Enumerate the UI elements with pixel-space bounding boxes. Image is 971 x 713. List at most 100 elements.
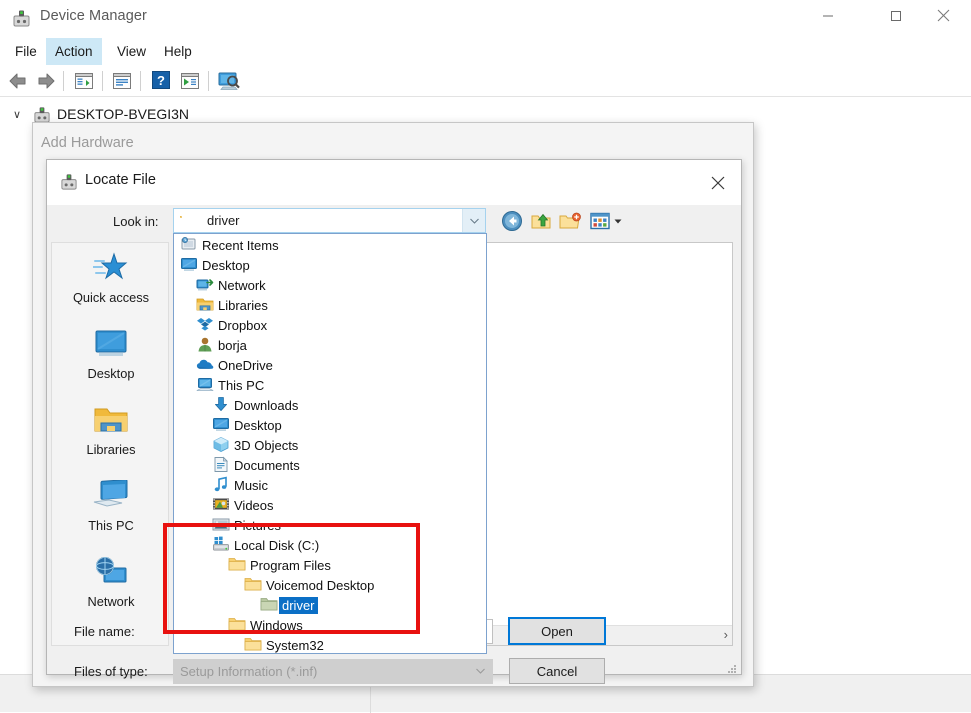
this-pc-icon — [92, 475, 130, 517]
dropdown-item-label: Desktop — [202, 258, 250, 273]
dropbox-icon — [196, 316, 214, 333]
back-nav-icon[interactable] — [500, 209, 524, 233]
dropdown-item[interactable]: Documents — [174, 455, 486, 475]
menu-help[interactable]: Help — [155, 38, 201, 65]
place-quick-access[interactable]: Quick access — [52, 247, 170, 323]
network-globe-icon — [92, 551, 130, 593]
forward-icon[interactable] — [34, 69, 58, 93]
dropdown-item-label: Libraries — [218, 298, 268, 313]
dropdown-item[interactable]: Windows — [174, 615, 486, 635]
folder-icon — [244, 636, 262, 653]
dropdown-item[interactable]: borja — [174, 335, 486, 355]
device-manager-icon — [12, 9, 31, 28]
add-hardware-title: Add Hardware — [41, 135, 134, 151]
menu-bar: File Action View Help — [0, 38, 971, 65]
onedrive-cloud-icon — [196, 356, 214, 373]
properties-icon[interactable] — [110, 69, 134, 93]
dropdown-item-label: Dropbox — [218, 318, 267, 333]
dropdown-item[interactable]: System32 — [174, 635, 486, 654]
files-of-type-label: Files of type: — [74, 664, 148, 679]
dropdown-item[interactable]: Local Disk (C:) — [174, 535, 486, 555]
chevron-down-icon[interactable] — [476, 665, 485, 677]
place-desktop[interactable]: Desktop — [52, 323, 170, 399]
dropdown-item[interactable]: Music — [174, 475, 486, 495]
help-icon[interactable]: ? — [150, 69, 174, 93]
place-network[interactable]: Network — [52, 551, 170, 627]
place-label: Desktop — [88, 366, 135, 381]
dropdown-item-label: Voicemod Desktop — [266, 578, 374, 593]
dropdown-item[interactable]: Desktop — [174, 255, 486, 275]
dropdown-item[interactable]: 3D Objects — [174, 435, 486, 455]
dropdown-item[interactable]: Program Files — [174, 555, 486, 575]
scan-for-hardware-changes-icon[interactable] — [216, 69, 240, 93]
device-tree-root-label: DESKTOP-BVEGI3N — [57, 106, 189, 122]
locate-file-body: Look in: driver — [47, 205, 741, 674]
place-libraries[interactable]: Libraries — [52, 399, 170, 475]
local-disk-icon — [212, 536, 230, 553]
locate-file-title: Locate File — [85, 172, 156, 188]
dropdown-item[interactable]: Desktop — [174, 415, 486, 435]
dropdown-item-label: Videos — [234, 498, 274, 513]
downloads-arrow-icon — [212, 396, 230, 413]
dropdown-item-label: Desktop — [234, 418, 282, 433]
dropdown-item-label: Pictures — [234, 518, 281, 533]
dropdown-item-label: borja — [218, 338, 247, 353]
place-label: This PC — [88, 518, 134, 533]
dropdown-item[interactable]: driver — [174, 595, 486, 615]
add-hardware-window: Add Hardware Locate File — [32, 122, 754, 687]
dropdown-item-label: 3D Objects — [234, 438, 298, 453]
update-driver-icon[interactable] — [178, 69, 202, 93]
locate-file-titlebar: Locate File — [47, 160, 741, 205]
dropdown-item[interactable]: OneDrive — [174, 355, 486, 375]
dropdown-item[interactable]: Dropbox — [174, 315, 486, 335]
close-button[interactable] — [920, 0, 966, 31]
libraries-folder-icon — [196, 296, 214, 313]
toolbar-separator — [63, 71, 64, 91]
views-dropdown-icon[interactable] — [612, 209, 624, 233]
minimize-button[interactable] — [805, 0, 851, 31]
dropdown-item[interactable]: Downloads — [174, 395, 486, 415]
menu-action[interactable]: Action — [46, 38, 102, 65]
files-of-type-combobox[interactable]: Setup Information (*.inf) — [173, 659, 493, 684]
star-icon — [93, 247, 129, 289]
files-of-type-value: Setup Information (*.inf) — [180, 664, 317, 679]
music-note-icon — [212, 476, 230, 493]
chevron-down-icon[interactable] — [462, 209, 485, 232]
up-one-level-icon[interactable] — [529, 209, 553, 233]
maximize-button[interactable] — [873, 0, 919, 31]
cancel-button[interactable]: Cancel — [509, 658, 605, 684]
file-name-label: File name: — [74, 624, 135, 639]
svg-text:?: ? — [157, 73, 165, 88]
network-share-icon — [196, 276, 214, 293]
open-button[interactable]: Open — [509, 618, 605, 644]
dropdown-item-label: Windows — [250, 618, 303, 633]
show-hide-console-tree-icon[interactable] — [72, 69, 96, 93]
dropdown-item[interactable]: Videos — [174, 495, 486, 515]
look-in-dropdown-list[interactable]: Recent Items Desktop Network Libraries Dropb… — [173, 233, 487, 654]
scroll-right-arrow-icon[interactable]: › — [724, 627, 728, 642]
create-new-folder-icon[interactable] — [558, 209, 582, 233]
folder-icon — [228, 556, 246, 573]
menu-view[interactable]: View — [108, 38, 155, 65]
back-icon[interactable] — [6, 69, 30, 93]
place-this-pc[interactable]: This PC — [52, 475, 170, 551]
place-label: Libraries — [86, 442, 135, 457]
dropdown-item[interactable]: This PC — [174, 375, 486, 395]
dropdown-item-label: Program Files — [250, 558, 331, 573]
chevron-down-icon[interactable]: ∨ — [10, 108, 24, 122]
dropdown-item-label: System32 — [266, 638, 324, 653]
dropdown-item-label: Documents — [234, 458, 300, 473]
views-icon[interactable] — [588, 209, 612, 233]
dropdown-item[interactable]: Network — [174, 275, 486, 295]
menu-file[interactable]: File — [6, 38, 46, 65]
dropdown-item[interactable]: Pictures — [174, 515, 486, 535]
dropdown-item-label: OneDrive — [218, 358, 273, 373]
dropdown-item[interactable]: Voicemod Desktop — [174, 575, 486, 595]
folder-open-icon — [260, 596, 278, 613]
dropdown-item[interactable]: Libraries — [174, 295, 486, 315]
dropdown-item[interactable]: Recent Items — [174, 235, 486, 255]
device-manager-icon — [60, 173, 78, 191]
close-icon[interactable] — [695, 160, 741, 205]
look-in-combobox[interactable]: driver — [173, 208, 486, 233]
resize-grip[interactable] — [727, 661, 737, 671]
